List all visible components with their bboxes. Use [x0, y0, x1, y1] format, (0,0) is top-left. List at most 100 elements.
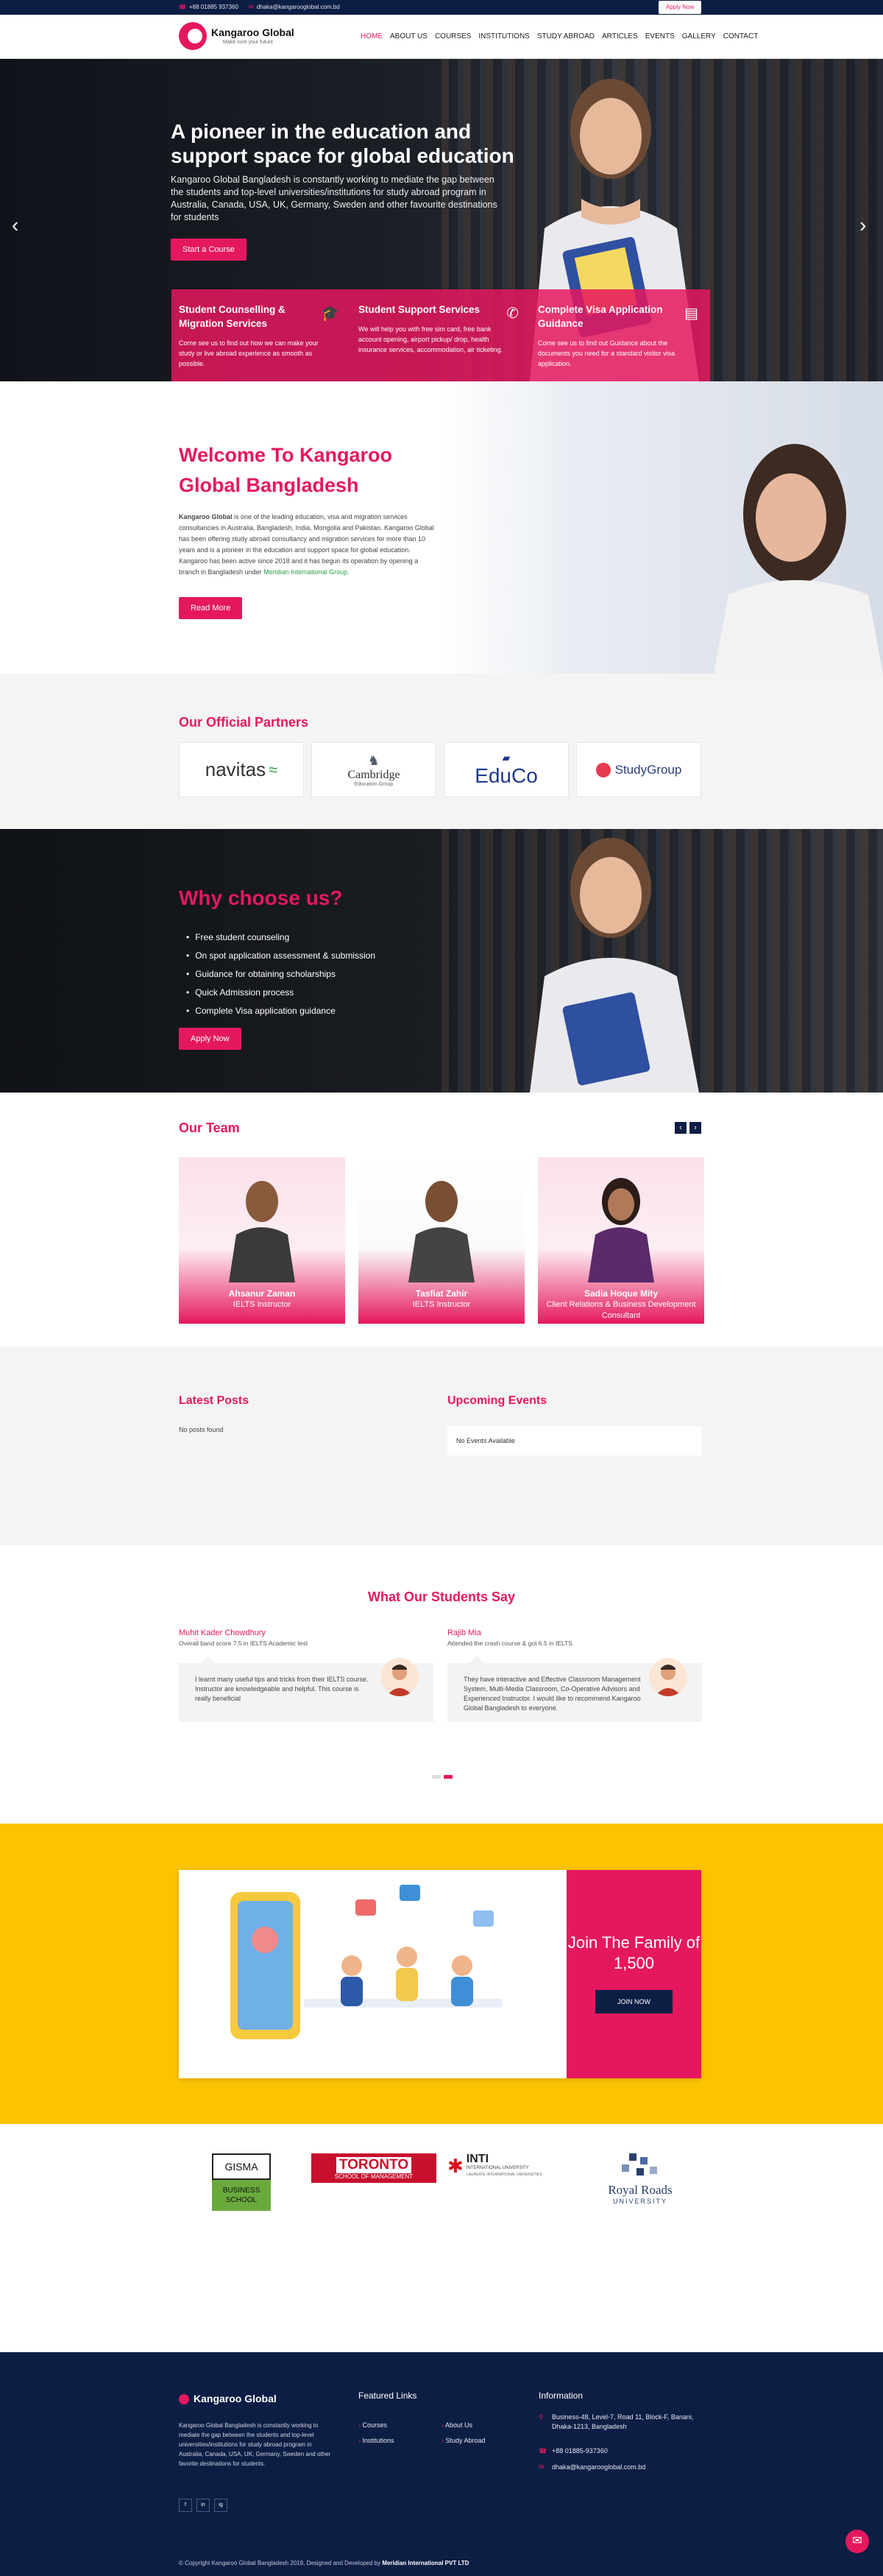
no-posts-text: No posts found [179, 1426, 224, 1433]
welcome-text: Kangaroo Global is one of the leading ed… [179, 512, 440, 578]
read-more-button[interactable]: Read More [179, 597, 243, 619]
team-member-name: Tasfiat Zahir [415, 1288, 468, 1299]
footer-email[interactable]: ✉ dhaka@kangarooglobal.com.bd [539, 2463, 704, 2472]
instagram-icon[interactable]: ig [214, 2499, 227, 2512]
nav-gallery[interactable]: GALLERY [682, 32, 716, 40]
nav-study-abroad[interactable]: STUDY ABROAD [537, 32, 595, 40]
developer-link[interactable]: Meridian International PVT LTD [382, 2560, 469, 2566]
graduation-cap-icon: 🎓 [321, 306, 339, 322]
welcome-text-body: is one of the leading education, visa an… [179, 513, 434, 576]
navitas-text: navitas [205, 758, 266, 780]
footer-link-study-abroad[interactable]: Study Abroad [442, 2437, 486, 2444]
messenger-chat-icon[interactable]: ✉ [845, 2530, 869, 2553]
nav-institutions[interactable]: INSTITUTIONS [478, 32, 529, 40]
educo-text: EduCo [475, 764, 538, 787]
pagination-dot-active[interactable] [444, 1775, 453, 1779]
footer-description: Kangaroo Global Bangladesh is constantly… [179, 2422, 331, 2467]
footer-link-institutions[interactable]: Institutions [358, 2437, 394, 2444]
welcome-student-image [714, 444, 883, 674]
phone-text: +88 01885 937360 [188, 4, 238, 10]
team-member-photo [229, 1181, 295, 1282]
logo-tagline: Make sure your future [223, 40, 274, 45]
upcoming-events-title: Upcoming Events [447, 1394, 547, 1407]
site-header: Kangaroo Global Make sure your future HO… [0, 15, 883, 59]
team-section: Our Team ‹ › Ahsanur Zaman IELTS Instruc… [0, 1093, 883, 1324]
footer-link-courses[interactable]: Courses [358, 2421, 388, 2429]
team-member-photo [408, 1181, 475, 1282]
social-links: f in ig [179, 2499, 227, 2512]
apply-now-button[interactable]: Apply Now [179, 1028, 241, 1050]
join-section: Join The Family of 1,500 JOIN NOW [0, 1824, 883, 2124]
meridian-link[interactable]: Meridian International Group. [263, 568, 350, 576]
testimonial-avatar [649, 1658, 687, 1696]
nav-courses[interactable]: COURSES [435, 32, 471, 40]
linkedin-icon[interactable]: in [196, 2499, 210, 2512]
team-member-role: IELTS Instructor [233, 1300, 291, 1309]
nav-events[interactable]: EVENTS [645, 32, 675, 40]
uni-logo-inti[interactable]: ✱ INTI INTERNATIONAL UNIVERSITY LAUREATE I… [447, 2153, 572, 2178]
hero-title: A pioneer in the education and support s… [171, 120, 514, 167]
team-prev-arrow-icon[interactable]: ‹ [675, 1122, 687, 1134]
topbar-email[interactable]: ✉ dhaka@kangarooglobal.com.bd [249, 4, 340, 10]
logo-name: Kangaroo Global [211, 27, 294, 38]
facebook-icon[interactable]: f [179, 2499, 192, 2512]
why-item: Complete Visa application guidance [186, 1002, 375, 1020]
footer-email-text: dhaka@kangarooglobal.com.bd [552, 2463, 646, 2471]
educo-icon: ▰ [502, 752, 511, 763]
testimonial-subtitle: Overall band score 7.5 in IELTS Academic… [179, 1640, 308, 1647]
navitas-swoosh-icon: ≈ [269, 760, 278, 779]
testimonial-name: Rajib Mia [447, 1628, 481, 1637]
uni-logo-toronto[interactable]: TORONTO SCHOOL OF MANAGEMENT [311, 2153, 436, 2183]
posts-events-section: Latest Posts No posts found Upcoming Eve… [0, 1347, 883, 1545]
partner-logo-cambridge[interactable]: ♞ Cambridge Education Group [311, 742, 436, 797]
mail-icon: ✉ [539, 2463, 545, 2471]
lion-icon: ♞ [367, 752, 380, 768]
testimonial-avatar [380, 1658, 419, 1696]
hero-card-text: Come see us to find out Guidance about t… [538, 339, 675, 367]
logo[interactable]: Kangaroo Global Make sure your future [179, 22, 297, 52]
footer-phone-text: +88 01885-937360 [552, 2447, 608, 2455]
royal-roads-text: Royal Roads [608, 2183, 673, 2197]
footer-link-about[interactable]: About Us [442, 2421, 472, 2429]
hero-card-support[interactable]: Student Support Services We will help yo… [351, 289, 531, 381]
phone-icon: ☎ [179, 4, 186, 10]
uni-logo-royal-roads[interactable]: Royal Roads UNIVERSITY [592, 2153, 688, 2205]
team-card[interactable]: Ahsanur Zaman IELTS Instructor [179, 1157, 345, 1324]
copyright: © Copyright Kangaroo Global Bangladesh 2… [179, 2560, 469, 2566]
hero-card-visa[interactable]: Complete Visa Application Guidance Come … [531, 289, 710, 381]
footer-logo[interactable]: Kangaroo Global [179, 2393, 277, 2405]
nav-contact[interactable]: CONTACT [723, 32, 759, 40]
location-pin-icon: ⚲ [539, 2413, 544, 2421]
latest-posts-title: Latest Posts [179, 1394, 249, 1407]
partner-logo-navitas[interactable]: navitas ≈ [179, 742, 304, 797]
partner-logo-educo[interactable]: ▰ EduCo [444, 742, 569, 797]
hero-card-counselling[interactable]: Student Counselling & Migration Services… [171, 289, 351, 381]
email-text: dhaka@kangarooglobal.com.bd [256, 4, 340, 10]
footer-phone[interactable]: ☎ +88 01885-937360 [539, 2446, 704, 2456]
testimonial-pagination [432, 1775, 453, 1779]
start-course-button[interactable]: Start a Course [171, 239, 247, 261]
join-now-button[interactable]: JOIN NOW [595, 1990, 673, 2014]
hero-card-text: We will help you with free sim card, fre… [358, 325, 503, 353]
cambridge-sub-text: Education Group [354, 781, 394, 787]
why-student-image [530, 838, 699, 1093]
hero-slider: ‹ › A pioneer in the education and suppo… [0, 59, 883, 381]
team-next-arrow-icon[interactable]: › [689, 1122, 701, 1134]
hero-next-arrow-icon[interactable]: › [859, 214, 866, 237]
why-list: Free student counseling On spot applicat… [186, 928, 375, 1020]
team-member-name: Ahsanur Zaman [228, 1288, 296, 1299]
footer-logo-mark-icon [179, 2394, 189, 2405]
royal-roads-sub-text: UNIVERSITY [612, 2198, 667, 2205]
site-footer: Kangaroo Global Kangaroo Global Banglade… [0, 2352, 883, 2576]
partner-logo-studygroup[interactable]: StudyGroup [576, 742, 701, 797]
nav-home[interactable]: HOME [361, 32, 383, 40]
uni-logo-gisma[interactable]: GISMA BUSINESS SCHOOL [210, 2153, 273, 2211]
team-card[interactable]: Sadia Hoque Mity Client Relations & Busi… [538, 1157, 704, 1324]
hero-prev-arrow-icon[interactable]: ‹ [12, 214, 18, 237]
topbar-phone[interactable]: ☎ +88 01885 937360 [179, 4, 238, 10]
nav-articles[interactable]: ARTICLES [602, 32, 638, 40]
nav-about[interactable]: ABOUT US [390, 32, 428, 40]
team-card[interactable]: Tasfiat Zahir IELTS Instructor [358, 1157, 525, 1324]
pagination-dot[interactable] [432, 1775, 441, 1779]
apply-now-top-button[interactable]: Apply Now [659, 1, 702, 14]
